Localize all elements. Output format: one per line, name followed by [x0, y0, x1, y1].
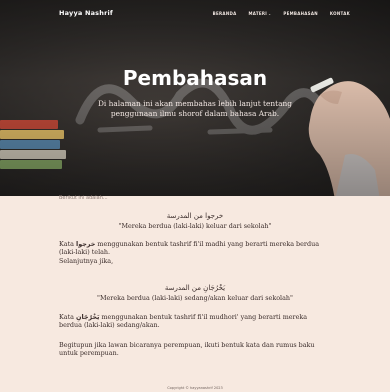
nav-item-beranda[interactable]: BERANDA	[213, 11, 237, 16]
hero-banner: Hayya Nashrif BERANDA MATERI⌄ PEMBAHASAN…	[0, 0, 390, 196]
chevron-down-icon: ⌄	[268, 11, 272, 16]
example-2-arabic: يَخْرُجَانِ من المدرسة	[164, 284, 226, 292]
hero-content: Pembahasan Di halaman ini akan membahas …	[0, 66, 390, 119]
paragraph-1-prefix: Kata	[59, 240, 76, 248]
footer-copyright: Copyright © hayyanashrif 2023	[167, 386, 223, 390]
paragraph-2-word: يَخْرُجَانِ	[76, 313, 100, 321]
nav-item-pembahasan[interactable]: PEMBAHASAN	[283, 11, 318, 16]
page-title: Pembahasan	[122, 66, 268, 90]
paragraph-2: Kata يَخْرُجَانِ menggunakan bentuk tash…	[59, 313, 331, 330]
example-2: يَخْرُجَانِ من المدرسة "Mereka berdua (l…	[0, 284, 390, 302]
nav-menu: BERANDA MATERI⌄ PEMBAHASAN KONTAK	[213, 11, 350, 16]
example-1-arabic: خرجوا من المدرسة	[166, 212, 224, 220]
nav-item-materi-label: MATERI	[248, 10, 268, 16]
paragraph-1-word: خرجوا	[76, 240, 96, 248]
top-navbar: Hayya Nashrif BERANDA MATERI⌄ PEMBAHASAN…	[0, 0, 390, 26]
intro-text: Berikut ini adalah...	[59, 195, 108, 201]
hero-subtitle: Di halaman ini akan membahas lebih lanju…	[98, 99, 292, 118]
nav-item-materi[interactable]: MATERI⌄	[249, 11, 272, 16]
paragraph-2-prefix: Kata	[59, 313, 76, 321]
brand-logo[interactable]: Hayya Nashrif	[59, 9, 113, 17]
example-1: خرجوا من المدرسة "Mereka berdua (laki-la…	[0, 212, 390, 230]
example-1-translation: "Mereka berdua (laki-laki) keluar dari s…	[118, 222, 272, 230]
paragraph-1-text: menggunakan bentuk tashrif fi'il madhi y…	[59, 240, 320, 257]
example-2-translation: "Mereka berdua (laki-laki) sedang/akan k…	[97, 294, 293, 302]
books-image	[0, 110, 70, 180]
nav-item-kontak[interactable]: KONTAK	[330, 11, 350, 16]
paragraph-1: Kata خرجوا menggunakan bentuk tashrif fi…	[59, 240, 331, 265]
paragraph-3: Begitupun jika lawan bicaranya perempuan…	[59, 341, 315, 358]
paragraph-1-line2: Selanjutnya jika,	[59, 256, 114, 265]
